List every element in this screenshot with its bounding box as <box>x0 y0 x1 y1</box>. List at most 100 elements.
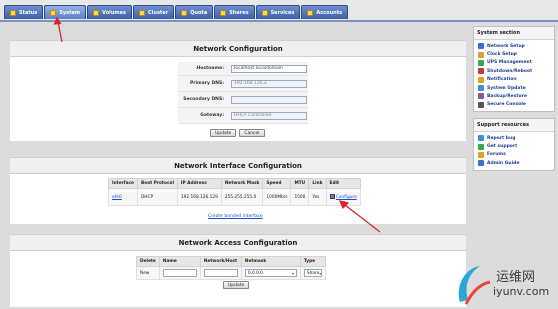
access-configuration-title: Network Access Configuration <box>10 234 466 251</box>
configure-icon[interactable] <box>329 194 335 199</box>
interface-table: Interface Boot Protocol IP Address Network … <box>108 178 361 206</box>
tab-label: Accounts <box>316 9 343 16</box>
system-section-title: System section <box>474 27 554 40</box>
hostname-input[interactable]: localhost.localdomain <box>231 64 307 73</box>
link-cell: Yes <box>308 188 327 206</box>
type-value: Share <box>306 270 320 276</box>
bullet-icon <box>478 51 484 58</box>
access-network-input[interactable] <box>203 269 238 277</box>
sidebar-item-label: Network Setup <box>487 43 525 49</box>
secondary-dns-label: Secondary DNS: <box>183 97 224 102</box>
watermark-url-text: iyunv.com <box>493 285 550 298</box>
top-navigation: Status System Volumes Cluster Quota Shares Ser… <box>0 0 558 22</box>
sidebar-item-label: Backup/Restore <box>487 93 527 99</box>
sidebar-item-secure-console[interactable]: Secure Console <box>474 101 554 109</box>
primary-dns-input[interactable]: 192.168.126.2 <box>231 79 307 88</box>
monitor-icon <box>10 9 16 16</box>
tab-volumes[interactable]: Volumes <box>87 5 133 19</box>
tab-quota[interactable]: Quota <box>175 5 214 19</box>
configure-link[interactable]: Configure <box>336 195 357 200</box>
tab-label: Cluster <box>148 9 169 16</box>
sidebar-item-network-setup[interactable]: Network Setup <box>474 42 554 50</box>
sidebar-item-label: UPS Management <box>487 60 532 66</box>
access-configuration-body: Delete Name Network/Host Netmask Type New 0.… <box>10 251 466 307</box>
disk-icon <box>93 9 100 16</box>
secondary-dns-input[interactable] <box>231 95 307 104</box>
column-header: Link <box>308 178 327 189</box>
chevron-down-icon: ▾ <box>291 270 294 276</box>
sidebar-item-backup-restore[interactable]: Backup/Restore <box>474 92 554 100</box>
watermark-chinese-text: 运维网 <box>496 270 536 285</box>
interface-table-header: Interface Boot Protocol IP Address Network … <box>108 178 361 189</box>
tab-label: Shares <box>229 9 249 16</box>
sidebar-item-notification[interactable]: Notification <box>474 76 554 84</box>
primary-dns-row: Primary DNS: 192.168.126.2 <box>178 76 308 92</box>
primary-dns-label: Primary DNS: <box>189 81 224 86</box>
network-update-button[interactable]: Update <box>210 129 237 137</box>
sidebar-item-system-update[interactable]: System Update <box>474 84 554 92</box>
column-header: Network/Host <box>199 256 242 267</box>
bullet-icon <box>478 151 484 158</box>
type-select[interactable]: Share ▾ <box>303 269 322 277</box>
folder-icon <box>220 9 227 16</box>
column-header: Netmask <box>240 256 301 267</box>
sidebar-item-label: System Update <box>487 85 526 91</box>
tab-cluster[interactable]: Cluster <box>133 5 175 19</box>
sidebar-item-label: Shutdown/Reboot <box>487 68 533 74</box>
ip-address-cell: 192.168.126.129 <box>176 188 222 206</box>
column-header: Boot Protocol <box>136 178 178 189</box>
network-cancel-button[interactable]: Cancel <box>239 129 265 137</box>
bullet-icon <box>478 76 484 83</box>
tab-status[interactable]: Status <box>4 5 44 19</box>
access-update-button[interactable]: Update <box>223 281 250 289</box>
interface-configuration-section: Network Interface Configuration Interfac… <box>10 157 466 224</box>
sidebar-item-ups-management[interactable]: UPS Management <box>474 59 554 67</box>
tab-system[interactable]: System <box>44 5 87 19</box>
right-sidebar: System section Network Setup Clock Setup U… <box>473 26 555 177</box>
boot-protocol-cell: DHCP <box>136 188 178 206</box>
sidebar-item-report-bug[interactable]: Report bug <box>474 134 554 142</box>
network-configuration-body: Hostname: localhost.localdomain Primary … <box>10 57 466 141</box>
interface-eth0-link[interactable]: eth0 <box>112 195 122 200</box>
sidebar-item-label: Report bug <box>487 135 516 141</box>
edit-cell: Configure <box>325 188 361 206</box>
column-header: Network Mask <box>220 178 264 189</box>
chevron-down-icon: ▾ <box>319 270 322 276</box>
gateway-input[interactable]: DHCP Controlled <box>231 111 307 120</box>
netmask-select[interactable]: 0.0.0.0 ▾ <box>244 269 297 277</box>
table-row: eth0 DHCP 192.168.126.129 255.255.255.0 … <box>108 188 361 206</box>
access-table-header: Delete Name Network/Host Netmask Type <box>136 256 326 267</box>
services-icon <box>261 9 268 16</box>
bullet-icon <box>478 85 484 92</box>
users-icon <box>307 9 314 16</box>
sidebar-item-label: Clock Setup <box>487 52 518 58</box>
table-row: New 0.0.0.0 ▾ Share ▾ <box>136 266 326 280</box>
tab-label: Quota <box>190 9 208 16</box>
cluster-icon <box>139 9 146 16</box>
netmask-value: 0.0.0.0 <box>247 270 263 276</box>
bullet-icon <box>478 59 484 66</box>
sidebar-item-label: Secure Console <box>487 102 526 108</box>
sidebar-item-shutdown-reboot[interactable]: Shutdown/Reboot <box>474 67 554 75</box>
sidebar-item-clock-setup[interactable]: Clock Setup <box>474 50 554 58</box>
sidebar-item-get-support[interactable]: Get support <box>474 142 554 150</box>
sidebar-item-label: Forums <box>487 152 506 158</box>
network-mask-cell: 255.255.255.0 <box>220 188 264 206</box>
tab-services[interactable]: Services <box>255 5 301 19</box>
create-bonded-interface-link[interactable]: Create bonded interface <box>208 214 263 219</box>
support-resources-title: Support resources <box>474 119 554 132</box>
bullet-icon <box>478 101 484 108</box>
hostname-row: Hostname: localhost.localdomain <box>178 62 308 76</box>
quota-icon <box>181 9 188 16</box>
sidebar-item-forums[interactable]: Forums <box>474 151 554 159</box>
sidebar-item-admin-guide[interactable]: Admin Guide <box>474 159 554 167</box>
tab-shares[interactable]: Shares <box>214 5 255 19</box>
bullet-icon <box>478 160 484 167</box>
network-configuration-title: Network Configuration <box>10 40 466 57</box>
tab-accounts[interactable]: Accounts <box>301 5 349 19</box>
access-name-input[interactable] <box>162 269 197 277</box>
tab-label: Services <box>270 9 295 16</box>
delete-cell: New <box>136 266 160 280</box>
support-resources-box: Support resources Report bug Get support F… <box>473 118 555 171</box>
bullet-icon <box>478 93 484 100</box>
